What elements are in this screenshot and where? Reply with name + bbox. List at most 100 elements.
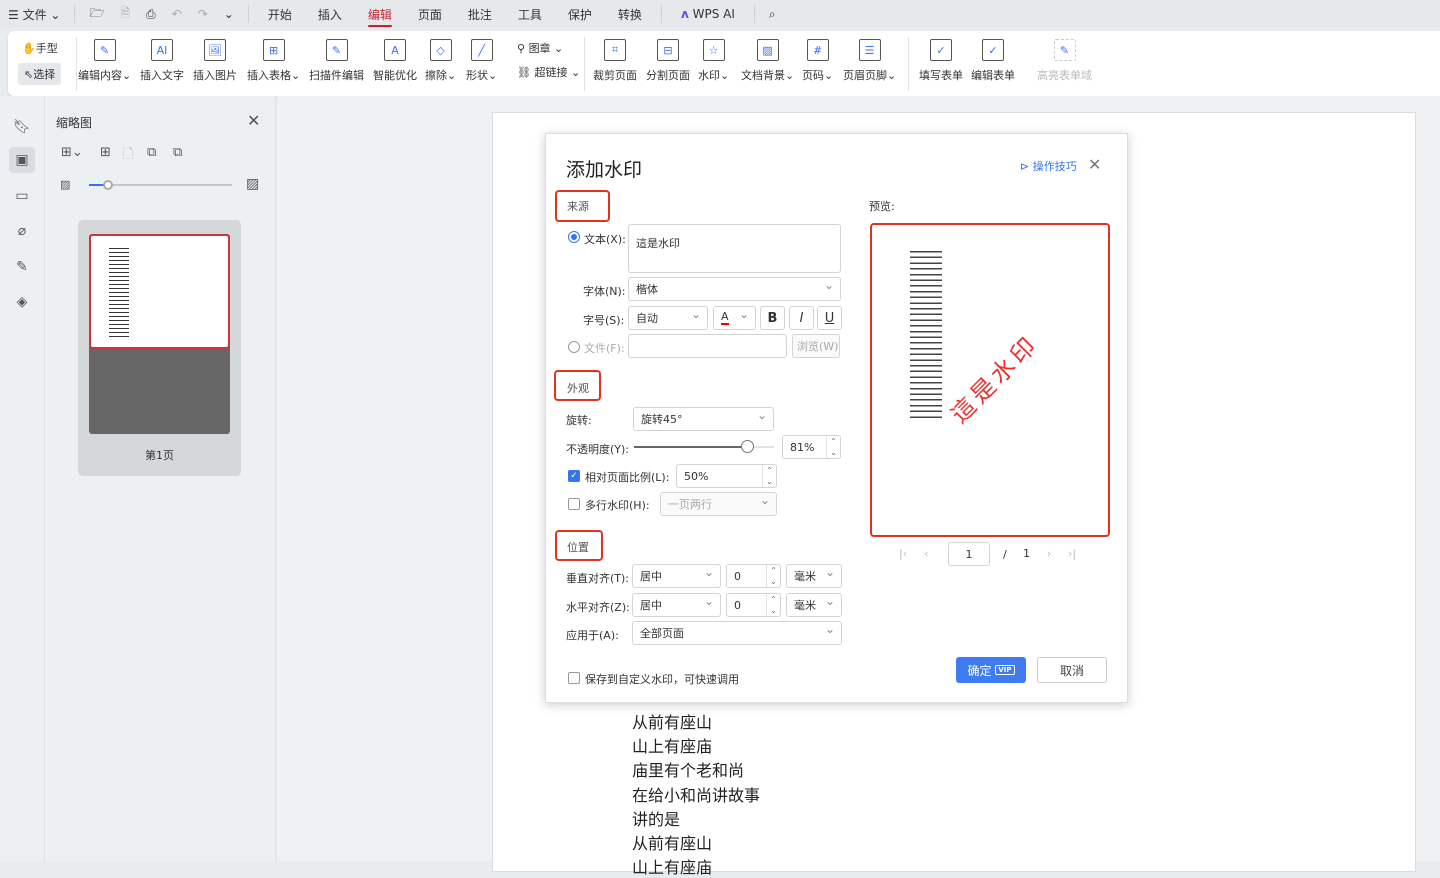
tab-tools[interactable]: 工具 xyxy=(518,2,542,27)
undo-icon[interactable]: ↶ xyxy=(172,7,182,21)
page-thumbnail[interactable]: 第1页 xyxy=(78,220,241,476)
ribbon-button-9[interactable]: ⚲ 图章 ⌄ xyxy=(517,40,563,56)
halign-select[interactable]: 居中 xyxy=(632,593,721,617)
wps-ai-logo-icon: ʌ xyxy=(680,7,689,21)
halign-unit-select[interactable]: 毫米 xyxy=(786,593,842,617)
valign-unit-select[interactable]: 毫米 xyxy=(786,564,842,588)
file-path-input[interactable] xyxy=(628,334,787,358)
ribbon-button-10[interactable]: ⛓ 超链接 ⌄ xyxy=(517,64,580,80)
ribbon-button-12[interactable]: ⊟ 分割页面 xyxy=(646,39,690,83)
slider-handle[interactable] xyxy=(741,440,755,453)
valign-select[interactable]: 居中 xyxy=(632,564,721,588)
signature-icon[interactable]: ✎ xyxy=(9,254,35,280)
browse-button[interactable]: 浏览(W) xyxy=(792,334,840,358)
file-menu[interactable]: ☰ 文件 ⌄ xyxy=(8,6,60,23)
comment-icon[interactable]: ▭ xyxy=(9,183,35,209)
ribbon-icon: ✎ xyxy=(93,39,116,61)
cancel-button[interactable]: 取消 xyxy=(1037,657,1107,683)
thumbnail-icon[interactable]: ▣ xyxy=(9,147,35,173)
ribbon-icon: ◇ xyxy=(429,39,452,61)
delete-page-icon[interactable]: 🗋 xyxy=(123,145,133,167)
ribbon-button-19[interactable]: ✎ 高亮表单域 xyxy=(1037,39,1092,83)
select-tool-button[interactable]: ⇖选择 xyxy=(18,63,62,85)
save-icon[interactable]: 🗎 xyxy=(120,4,130,25)
tab-protect[interactable]: 保护 xyxy=(568,2,592,27)
multiline-checkbox[interactable] xyxy=(568,498,580,510)
tab-insert[interactable]: 插入 xyxy=(318,2,342,27)
ribbon-button-11[interactable]: ⌗ 裁剪页面 xyxy=(593,39,637,83)
print-icon[interactable]: ⎙ xyxy=(146,7,156,22)
attachment-icon[interactable]: ⌀ xyxy=(9,218,35,244)
thumb-size-slider[interactable] xyxy=(89,180,232,190)
opacity-slider[interactable] xyxy=(634,440,774,453)
spinner-icon[interactable]: ⌃ ⌄ xyxy=(826,436,840,458)
prev-page-icon[interactable]: ‹ xyxy=(924,547,928,560)
spinner-icon[interactable]: ⌃ ⌄ xyxy=(766,565,780,587)
font-color-button[interactable]: A xyxy=(713,306,756,330)
valign-offset-input[interactable]: 0 ⌃ ⌄ xyxy=(726,564,781,588)
close-icon[interactable]: ✕ xyxy=(1088,155,1101,174)
spinner-icon[interactable]: ⌃ ⌄ xyxy=(762,465,776,487)
first-page-icon[interactable]: |‹ xyxy=(899,547,907,560)
bookmark-icon[interactable]: 🔖︎ xyxy=(9,114,35,140)
ribbon-button-2[interactable]: AI 插入文字 xyxy=(140,39,184,83)
tab-page[interactable]: 页面 xyxy=(418,2,442,27)
ribbon-button-3[interactable]: 🖼︎ 插入图片 xyxy=(193,39,237,83)
dialog-title: 添加水印 xyxy=(566,159,643,181)
tab-edit[interactable]: 编辑 xyxy=(367,2,392,27)
apply-select[interactable]: 全部页面 xyxy=(632,621,842,645)
next-page-icon[interactable]: › xyxy=(1047,547,1051,560)
more-chevron-icon[interactable]: ⌄ xyxy=(224,7,234,21)
extract-page-icon[interactable]: ⧉ xyxy=(173,145,182,160)
underline-button[interactable]: U xyxy=(817,306,842,330)
ribbon-button-1[interactable]: ✎ 编辑内容⌄ xyxy=(78,39,131,83)
relative-scale-checkbox[interactable]: ✓ xyxy=(568,470,580,482)
italic-button[interactable]: I xyxy=(789,306,814,330)
ribbon-button-5[interactable]: ✎ 扫描件编辑 xyxy=(309,39,364,83)
page-number-input[interactable]: 1 xyxy=(948,542,990,566)
slider-handle[interactable] xyxy=(102,180,113,190)
last-page-icon[interactable]: ›| xyxy=(1068,547,1076,560)
scale-input[interactable]: 50% ⌃ ⌄ xyxy=(676,464,777,488)
wps-ai-button[interactable]: ʌ WPS AI xyxy=(681,3,735,25)
search-icon[interactable]: ⌕ xyxy=(769,7,776,22)
tab-comment[interactable]: 批注 xyxy=(468,2,492,27)
save-custom-checkbox[interactable] xyxy=(568,672,580,684)
spinner-icon[interactable]: ⌃ ⌄ xyxy=(766,594,780,616)
grid-view-icon[interactable]: ⊞⌄ xyxy=(61,145,83,160)
ribbon-icon: ⊞ xyxy=(262,39,285,61)
multiline-select[interactable]: 一页两行 xyxy=(660,492,777,516)
ribbon-button-6[interactable]: A 智能优化 xyxy=(373,39,417,83)
bold-button[interactable]: B xyxy=(760,306,785,330)
tab-start[interactable]: 开始 xyxy=(268,2,292,27)
halign-offset-input[interactable]: 0 ⌃ ⌄ xyxy=(726,593,781,617)
ribbon-button-7[interactable]: ◇ 擦除⌄ xyxy=(425,39,456,83)
ribbon-button-16[interactable]: ☰ 页眉页脚⌄ xyxy=(843,39,896,83)
open-icon[interactable]: 🗁 xyxy=(89,4,104,25)
rotate-select[interactable]: 旋转45° xyxy=(633,407,774,431)
tab-convert[interactable]: 转换 xyxy=(618,2,642,27)
layers-icon[interactable]: ◈ xyxy=(9,289,35,315)
hand-tool-button[interactable]: ✋手型 xyxy=(22,40,58,56)
redo-icon[interactable]: ↷ xyxy=(198,7,208,21)
ribbon-button-4[interactable]: ⊞ 插入表格⌄ xyxy=(247,39,300,83)
ribbon-button-18[interactable]: ✓ 编辑表单 xyxy=(971,39,1015,83)
ribbon-button-13[interactable]: ☆ 水印⌄ xyxy=(698,39,729,83)
cursor-icon: ⇖ xyxy=(24,68,34,81)
tips-link[interactable]: ⊳ 操作技巧 xyxy=(1020,158,1077,174)
close-icon[interactable]: ✕ xyxy=(247,111,260,130)
ribbon-button-15[interactable]: # 页码⌄ xyxy=(802,39,833,83)
font-select[interactable]: 楷体 xyxy=(628,277,841,301)
large-image-icon: ▨ xyxy=(246,176,260,192)
size-select[interactable]: 自动 xyxy=(628,306,708,330)
replace-page-icon[interactable]: ⧉ xyxy=(147,145,156,160)
ribbon-button-14[interactable]: ▨ 文档背景⌄ xyxy=(741,39,794,83)
watermark-text-input[interactable]: 這是水印 xyxy=(628,224,841,273)
ribbon-button-17[interactable]: ✓ 填写表单 xyxy=(919,39,963,83)
ok-button[interactable]: 确定 VIP xyxy=(956,657,1026,683)
text-radio[interactable] xyxy=(568,231,580,243)
opacity-input[interactable]: 81% ⌃ ⌄ xyxy=(782,435,841,459)
file-radio[interactable] xyxy=(568,341,580,353)
ribbon-button-8[interactable]: ╱ 形状⌄ xyxy=(466,39,497,83)
insert-page-icon[interactable]: ⊞ xyxy=(100,145,111,160)
